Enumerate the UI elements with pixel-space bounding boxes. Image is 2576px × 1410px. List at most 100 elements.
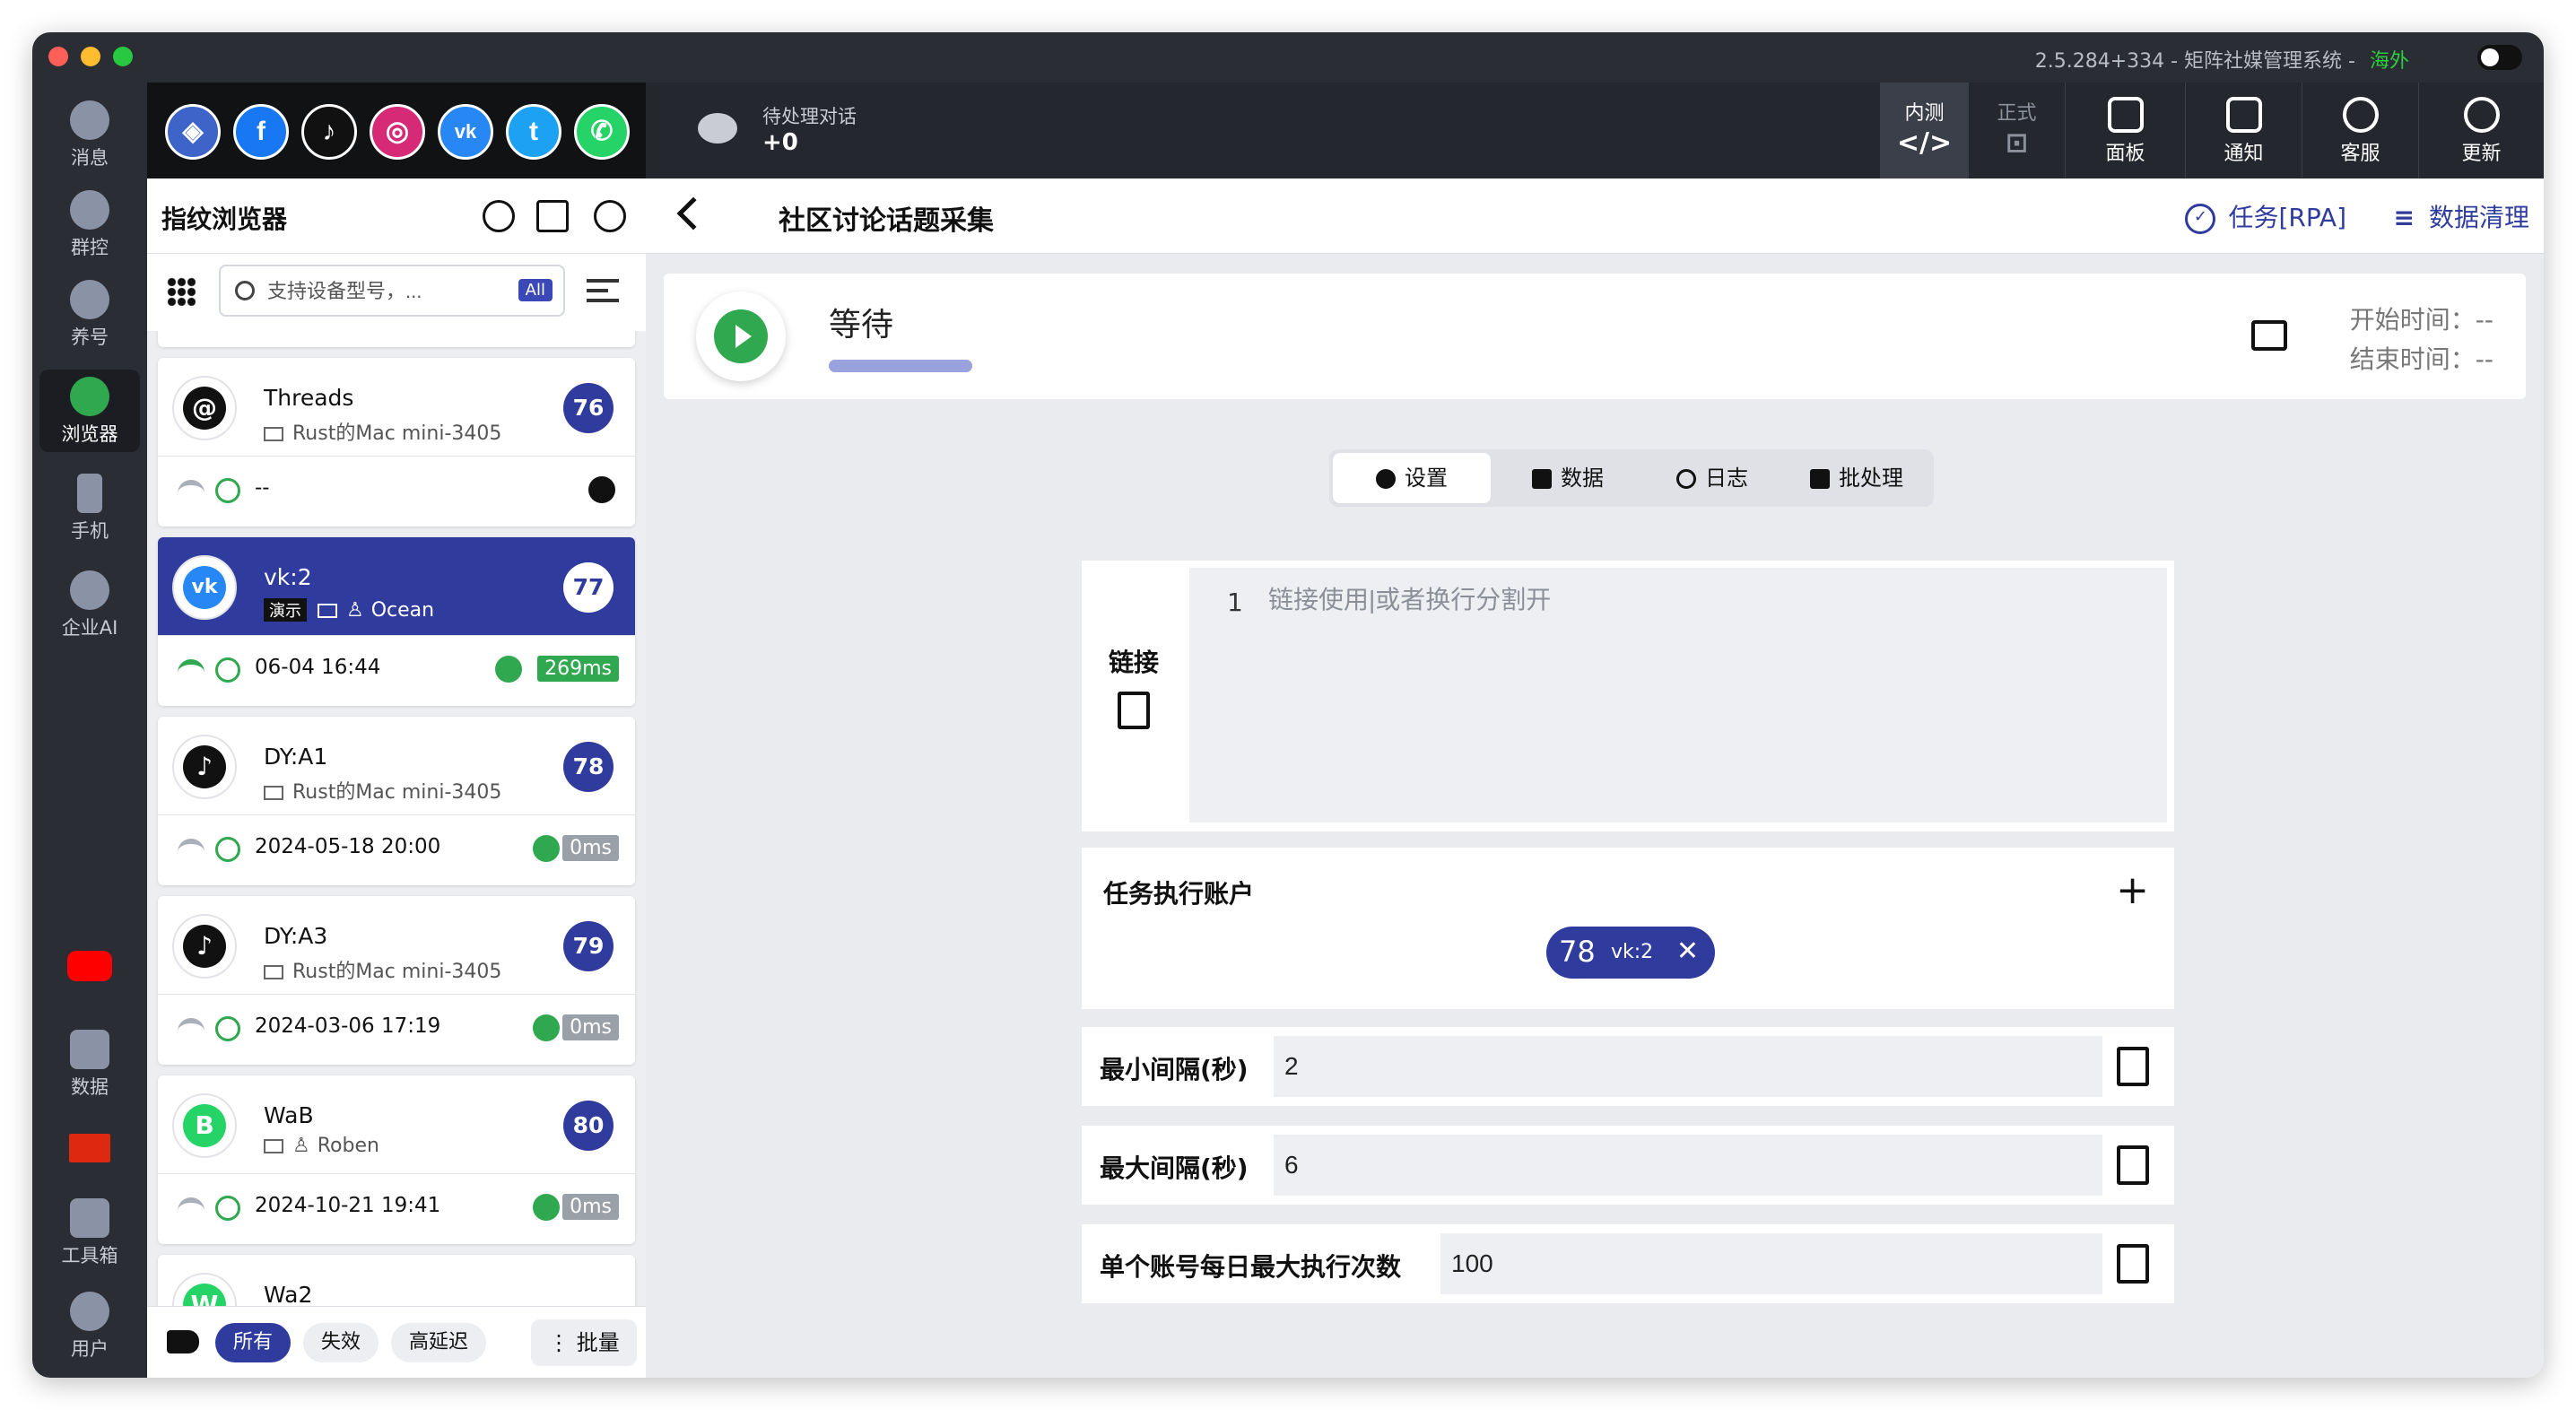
close-window-button[interactable] [48,47,68,66]
china-flag-icon [69,1134,110,1162]
clipboard-icon[interactable] [2117,1244,2149,1284]
monitor-icon[interactable] [2251,320,2287,351]
card-top: ♪ DY:A1 Rust的Mac mini-3405 78 [158,717,635,815]
whatsapp-icon[interactable]: ✆ [574,104,630,160]
search-row: All [147,254,646,331]
info-icon[interactable] [594,200,626,232]
tab-batch[interactable]: 批处理 [1783,453,1930,503]
notification-button[interactable]: 通知 [2185,83,2302,178]
rail-item-enterprise-ai[interactable]: 企业AI [39,563,140,646]
clipboard-icon[interactable] [2117,1145,2149,1185]
tab-data[interactable]: 数据 [1494,453,1641,503]
main-header: 社区讨论话题采集 任务[RPA] 数据清理 [646,178,2544,254]
list-item[interactable]: @ Threads Rust的Mac mini-3405 76 -- [158,358,635,527]
links-input[interactable] [1268,580,2147,814]
tag-icon[interactable] [167,1330,199,1353]
accounts-label: 任务执行账户 [1103,879,1255,909]
update-button[interactable]: 更新 [2418,83,2544,178]
globe-icon[interactable] [588,476,615,503]
latency-badge: 0ms [562,835,619,861]
filter-all[interactable]: 所有 [215,1323,292,1362]
data-clean-button[interactable]: 数据清理 [2394,198,2529,234]
wifi-icon [178,1018,205,1036]
group-control-icon [70,190,109,230]
production-env-button[interactable]: 正式 ⊡ [1968,83,2065,178]
rail-item-browser[interactable]: 浏览器 [39,370,140,452]
close-icon[interactable]: ✕ [1676,936,1699,967]
browser-name: WaB [264,1102,314,1128]
min-interval-input[interactable] [1274,1036,2102,1097]
beta-env-button[interactable]: 内测 </> [1880,83,1968,178]
tiktok-icon[interactable]: ♪ [301,104,357,160]
panel-header: 指纹浏览器 [147,178,646,254]
card-top: W Wa2 [158,1255,635,1306]
theme-toggle[interactable] [2477,45,2522,70]
card-top: B WaB ♙ Roben 80 [158,1075,635,1174]
play-icon [714,309,768,363]
add-browser-icon[interactable] [536,200,569,232]
app-window: 2.5.284+334 - 矩阵社媒管理系统 - 海外 消息 群控 养号 浏览器… [32,32,2544,1378]
grid-view-icon[interactable] [167,277,196,306]
instagram-icon[interactable]: ◎ [370,104,425,160]
list-item[interactable]: ♪ DY:A3 Rust的Mac mini-3405 79 2024-03-06… [158,896,635,1065]
back-icon[interactable] [676,196,710,231]
browser-app-icon[interactable]: ◈ [165,104,221,160]
maximize-window-button[interactable] [113,47,133,66]
clipboard-icon[interactable] [1118,692,1150,729]
browser-list-panel: 指纹浏览器 All @ Threads Rust的Mac mini-3405 [147,178,646,1378]
rail-item-group-control[interactable]: 群控 [39,183,140,265]
add-account-icon[interactable]: + [2116,871,2149,910]
user-name: Roben [317,1135,379,1157]
enterprise-ai-icon [70,570,109,610]
search-input[interactable] [267,275,465,308]
social-glyph: t [529,117,538,146]
globe-icon[interactable] [533,1014,560,1041]
card-top: ♪ DY:A3 Rust的Mac mini-3405 79 [158,896,635,995]
list-item[interactable]: W Wa2 [158,1255,635,1306]
panel-button[interactable]: 面板 [2065,83,2185,178]
rail-item-phone[interactable]: 手机 [39,466,140,549]
batch-button[interactable]: ⋮ 批量 [531,1319,637,1366]
globe-icon[interactable] [533,1194,560,1221]
user-name: Ocean [370,599,435,622]
max-interval-input[interactable] [1274,1135,2102,1196]
rail-item-toolbox[interactable]: 工具箱 [39,1191,140,1274]
tab-settings[interactable]: 设置 [1333,453,1491,503]
customer-service-button[interactable]: 客服 [2302,83,2418,178]
filter-high-latency[interactable]: 高延迟 [391,1323,487,1362]
task-status-card: 等待 开始时间：-- 结束时间：-- [664,274,2526,399]
tab-log[interactable]: 日志 [1645,453,1780,503]
youtube-icon [67,951,112,981]
refresh-icon[interactable] [483,200,515,232]
list-item[interactable]: B WaB ♙ Roben 80 2024-10-21 19:41 0ms [158,1075,635,1244]
rail-item-messages[interactable]: 消息 [39,93,140,176]
rail-item-nurture[interactable]: 养号 [39,273,140,355]
browser-name: vk:2 [264,564,312,590]
sort-icon[interactable] [587,279,619,302]
rail-item-label: 数据 [71,1076,109,1098]
search-scope-badge[interactable]: All [518,279,553,301]
globe-icon[interactable] [533,835,560,862]
list-item[interactable] [158,331,635,347]
globe-icon[interactable] [495,656,522,683]
twitter-icon[interactable]: t [506,104,561,160]
check-circle-icon [215,478,240,503]
account-chip[interactable]: 78 vk:2 ✕ [1546,927,1715,979]
daily-max-input[interactable] [1440,1233,2102,1294]
rail-item-user[interactable]: 用户 [39,1284,140,1367]
task-rpa-button[interactable]: 任务[RPA] [2185,198,2346,234]
list-item[interactable]: ♪ DY:A1 Rust的Mac mini-3405 78 2024-05-18… [158,717,635,885]
laptop-icon [318,604,337,618]
filter-invalid[interactable]: 失效 [303,1323,379,1362]
facebook-icon[interactable]: f [233,104,289,160]
list-item-selected[interactable]: vk vk:2 演示 ♙ Ocean 77 06-04 16:44 269ms [158,537,635,706]
rail-item-language[interactable] [39,1127,140,1180]
vk-icon[interactable]: vk [438,104,493,160]
rail-item-youtube[interactable] [39,944,140,997]
play-button[interactable] [696,292,786,381]
chat-bubble-icon[interactable] [698,113,737,144]
minimize-window-button[interactable] [81,47,100,66]
clipboard-icon[interactable] [2117,1047,2149,1086]
rail-item-data[interactable]: 数据 [39,1023,140,1105]
browser-name: DY:A1 [264,744,328,770]
